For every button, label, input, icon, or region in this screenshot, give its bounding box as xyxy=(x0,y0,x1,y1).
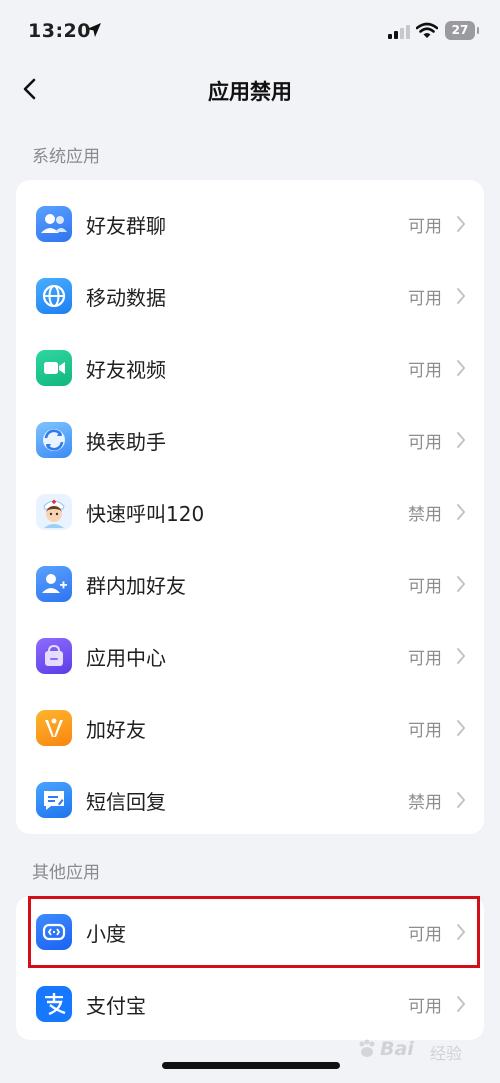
chevron-right-icon xyxy=(456,791,466,813)
add-friend-icon xyxy=(36,566,72,602)
watermark-brand: Bai xyxy=(380,1038,414,1060)
app-name: 支付宝 xyxy=(86,994,146,1018)
app-name: 短信回复 xyxy=(86,790,166,814)
app-status: 可用 xyxy=(408,997,442,1017)
status-bar: 13:20 27 xyxy=(0,0,500,62)
alipay-icon xyxy=(36,986,72,1022)
mobile-data-globe-icon xyxy=(36,278,72,314)
app-status: 可用 xyxy=(408,721,442,741)
add-friend-v-icon xyxy=(36,710,72,746)
list-item-friend-video[interactable]: 好友视频 可用 xyxy=(16,332,484,404)
app-name: 加好友 xyxy=(86,718,146,742)
system-apps-card: 好友群聊 可用 移动数据 可用 好友视频 可用 换表助手 可用 快速呼叫120 … xyxy=(16,180,484,834)
list-item-mobile-data[interactable]: 移动数据 可用 xyxy=(16,260,484,332)
list-item-add-friend[interactable]: 加好友 可用 xyxy=(16,692,484,764)
chevron-right-icon xyxy=(456,647,466,669)
friend-group-chat-icon xyxy=(36,206,72,242)
chevron-right-icon xyxy=(456,719,466,741)
app-name: 移动数据 xyxy=(86,286,166,310)
list-item-quick-call-120[interactable]: 快速呼叫120 禁用 xyxy=(16,476,484,548)
battery-icon: 27 xyxy=(445,21,475,40)
list-item-sms-reply[interactable]: 短信回复 禁用 xyxy=(16,764,484,836)
cellular-signal-icon xyxy=(388,24,410,43)
battery-tip xyxy=(477,27,479,34)
app-status: 可用 xyxy=(408,289,442,309)
app-name: 好友视频 xyxy=(86,358,166,382)
nurse-avatar-icon xyxy=(36,494,72,530)
app-status: 可用 xyxy=(408,433,442,453)
app-status: 禁用 xyxy=(408,793,442,813)
app-name: 群内加好友 xyxy=(86,574,186,598)
list-item-group-add-friend[interactable]: 群内加好友 可用 xyxy=(16,548,484,620)
app-status: 可用 xyxy=(408,217,442,237)
app-center-bag-icon xyxy=(36,638,72,674)
watermark: Bai 经验 xyxy=(356,1030,486,1070)
chevron-right-icon xyxy=(456,575,466,597)
app-name: 快速呼叫120 xyxy=(86,502,205,526)
app-name: 好友群聊 xyxy=(86,214,166,238)
wifi-icon xyxy=(415,22,439,43)
watch-swap-icon xyxy=(36,422,72,458)
list-item-app-center[interactable]: 应用中心 可用 xyxy=(16,620,484,692)
app-status: 可用 xyxy=(408,649,442,669)
chevron-right-icon xyxy=(456,359,466,381)
nav-bar: 应用禁用 xyxy=(0,62,500,118)
section-title-system: 系统应用 xyxy=(32,147,100,167)
section-title-other: 其他应用 xyxy=(32,863,100,883)
sms-reply-icon xyxy=(36,782,72,818)
page-title: 应用禁用 xyxy=(208,80,292,104)
list-item-watch-swap[interactable]: 换表助手 可用 xyxy=(16,404,484,476)
status-time: 13:20 xyxy=(28,20,91,42)
app-status: 可用 xyxy=(408,361,442,381)
app-status: 禁用 xyxy=(408,505,442,525)
app-name: 换表助手 xyxy=(86,430,166,454)
chevron-right-icon xyxy=(456,287,466,309)
app-status: 可用 xyxy=(408,577,442,597)
watermark-sub: 经验 xyxy=(430,1044,463,1063)
highlight-box xyxy=(28,896,480,968)
app-name: 应用中心 xyxy=(86,646,166,670)
list-item-friend-group-chat[interactable]: 好友群聊 可用 xyxy=(16,188,484,260)
chevron-right-icon xyxy=(456,995,466,1017)
chevron-right-icon xyxy=(456,503,466,525)
video-camera-icon xyxy=(36,350,72,386)
chevron-right-icon xyxy=(456,215,466,237)
paw-icon xyxy=(356,1038,378,1064)
chevron-right-icon xyxy=(456,431,466,453)
location-arrow-icon xyxy=(86,22,102,42)
home-indicator[interactable] xyxy=(162,1062,340,1069)
